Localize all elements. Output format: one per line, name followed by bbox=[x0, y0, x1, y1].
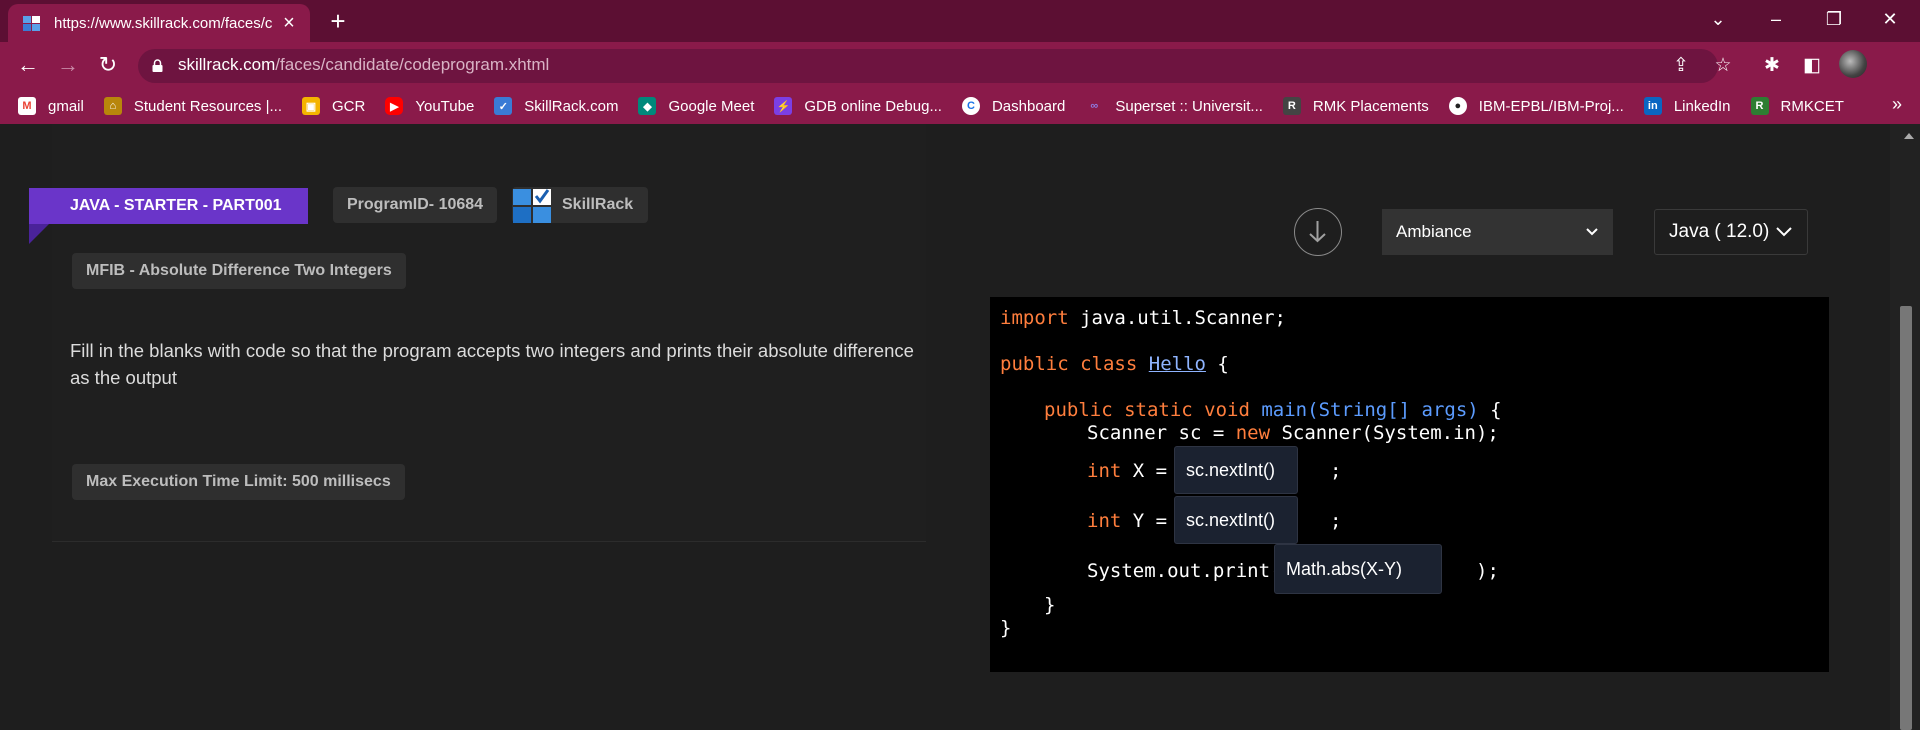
rmkcet-icon: R bbox=[1750, 97, 1769, 115]
code-semicolon-1: ; bbox=[1330, 460, 1342, 482]
code-line-import: import java.util.Scanner; bbox=[1000, 307, 1286, 329]
lock-icon bbox=[152, 59, 163, 72]
github-icon: ● bbox=[1448, 97, 1467, 115]
bookmark-superset[interactable]: ∞ Superset :: Universit... bbox=[1085, 97, 1262, 115]
meet-icon: ◆ bbox=[638, 97, 657, 115]
code-inner-close: } bbox=[1044, 594, 1056, 616]
tab-search-icon[interactable]: ⌄ bbox=[1690, 0, 1746, 38]
skillrack-logo-icon bbox=[513, 189, 551, 223]
forward-icon[interactable]: → bbox=[52, 50, 84, 82]
youtube-icon: ▶ bbox=[385, 97, 404, 115]
share-icon[interactable]: ⇪ bbox=[1668, 53, 1694, 79]
ribbon-fold bbox=[29, 224, 49, 244]
bookmark-dashboard[interactable]: C Dashboard bbox=[961, 97, 1065, 115]
gdb-icon: ⚡ bbox=[774, 97, 793, 115]
scroll-up-arrow-icon[interactable] bbox=[1904, 133, 1914, 139]
dashboard-icon: C bbox=[961, 97, 980, 115]
code-line-print: System.out.print( bbox=[1087, 560, 1282, 582]
time-limit-badge: Max Execution Time Limit: 500 millisecs bbox=[72, 464, 405, 500]
problem-description: Fill in the blanks with code so that the… bbox=[70, 340, 914, 388]
chevron-down-icon bbox=[1776, 227, 1792, 237]
code-editor[interactable]: import java.util.Scanner; public class H… bbox=[990, 297, 1829, 672]
restore-icon[interactable]: ❐ bbox=[1806, 0, 1862, 38]
download-button[interactable] bbox=[1294, 208, 1342, 256]
linkedin-icon: in bbox=[1643, 97, 1662, 115]
skillrack-icon: ✓ bbox=[494, 97, 513, 115]
superset-icon: ∞ bbox=[1090, 100, 1099, 112]
bookmark-rmkcet[interactable]: R RMKCET bbox=[1750, 97, 1844, 115]
bookmark-linkedin[interactable]: in LinkedIn bbox=[1643, 97, 1731, 115]
bookmark-youtube[interactable]: ▶ YouTube bbox=[385, 97, 474, 115]
blank-input-1[interactable]: sc.nextInt() bbox=[1174, 446, 1298, 494]
code-line-main: public static void main(String[] args) { bbox=[1044, 399, 1502, 421]
scrollbar-thumb[interactable] bbox=[1900, 306, 1912, 730]
language-select-value: Java ( 12.0) bbox=[1669, 221, 1770, 242]
gmail-icon: M bbox=[18, 97, 36, 115]
url-host: skillrack.com bbox=[178, 55, 276, 74]
bookmark-google-meet[interactable]: ◆ Google Meet bbox=[638, 97, 754, 115]
code-outer-close: } bbox=[1000, 617, 1012, 639]
new-tab-icon[interactable]: + bbox=[322, 6, 354, 38]
bookmark-skillrack[interactable]: ✓ SkillRack.com bbox=[494, 97, 618, 115]
bookmark-gdb[interactable]: ⚡ GDB online Debug... bbox=[774, 97, 942, 115]
classroom-icon: ▣ bbox=[302, 97, 320, 115]
bookmark-star-icon[interactable]: ☆ bbox=[1710, 53, 1736, 79]
more-bookmarks-icon[interactable]: » bbox=[1892, 94, 1902, 115]
browser-tab[interactable]: https://www.skillrack.com/faces/c × bbox=[8, 4, 310, 42]
bookmark-ibm-epbl[interactable]: ● IBM-EPBL/IBM-Proj... bbox=[1448, 97, 1624, 115]
code-semicolon-2: ; bbox=[1330, 510, 1342, 532]
code-line-int-x: int X = bbox=[1087, 460, 1179, 482]
download-arrow-icon bbox=[1309, 221, 1326, 243]
code-print-end: ); bbox=[1476, 560, 1499, 582]
tab-close-icon[interactable]: × bbox=[280, 12, 298, 35]
side-panel-icon[interactable]: ◧ bbox=[1797, 51, 1827, 81]
extensions-icon[interactable]: ✱ bbox=[1757, 51, 1787, 81]
bookmark-gcr[interactable]: ▣ GCR bbox=[302, 97, 365, 115]
theme-select[interactable]: Ambiance bbox=[1382, 209, 1613, 255]
building-icon: ⌂ bbox=[103, 97, 122, 115]
blank-input-3[interactable]: Math.abs(X-Y) bbox=[1274, 544, 1442, 594]
bookmark-student-resources[interactable]: ⌂ Student Resources |... bbox=[103, 97, 282, 115]
code-line-scanner: Scanner sc = new Scanner(System.in); bbox=[1087, 422, 1499, 444]
category-ribbon: JAVA - STARTER - PART001 bbox=[29, 188, 308, 224]
theme-select-value: Ambiance bbox=[1396, 222, 1472, 241]
program-id-badge: ProgramID- 10684 bbox=[333, 187, 498, 223]
url-path: /faces/candidate/codeprogram.xhtml bbox=[275, 55, 550, 74]
code-line-class: public class Hello { bbox=[1000, 353, 1229, 375]
profile-avatar[interactable] bbox=[1839, 50, 1867, 78]
problem-title: MFIB - Absolute Difference Two Integers bbox=[72, 253, 406, 289]
bookmark-gmail[interactable]: Mgmail bbox=[18, 97, 84, 115]
rmk-icon: R bbox=[1282, 97, 1301, 115]
language-select[interactable]: Java ( 12.0) bbox=[1654, 209, 1808, 255]
skillrack-favicon-icon bbox=[23, 16, 40, 31]
reload-icon[interactable]: ↻ bbox=[92, 50, 124, 82]
bookmarks-bar: Mgmail ⌂ Student Resources |... ▣ GCR ▶ You… bbox=[0, 88, 1920, 124]
url-text[interactable]: skillrack.com/faces/candidate/codeprogra… bbox=[178, 55, 549, 75]
back-icon[interactable]: ← bbox=[12, 50, 44, 82]
tab-title: https://www.skillrack.com/faces/c bbox=[54, 14, 272, 32]
minimize-icon[interactable]: – bbox=[1748, 0, 1804, 38]
code-line-int-y: int Y = bbox=[1087, 510, 1179, 532]
blank-input-2[interactable]: sc.nextInt() bbox=[1174, 496, 1298, 544]
bookmark-rmk-placements[interactable]: R RMK Placements bbox=[1282, 97, 1429, 115]
close-window-icon[interactable]: ✕ bbox=[1862, 0, 1918, 38]
chevron-down-icon bbox=[1586, 228, 1598, 236]
